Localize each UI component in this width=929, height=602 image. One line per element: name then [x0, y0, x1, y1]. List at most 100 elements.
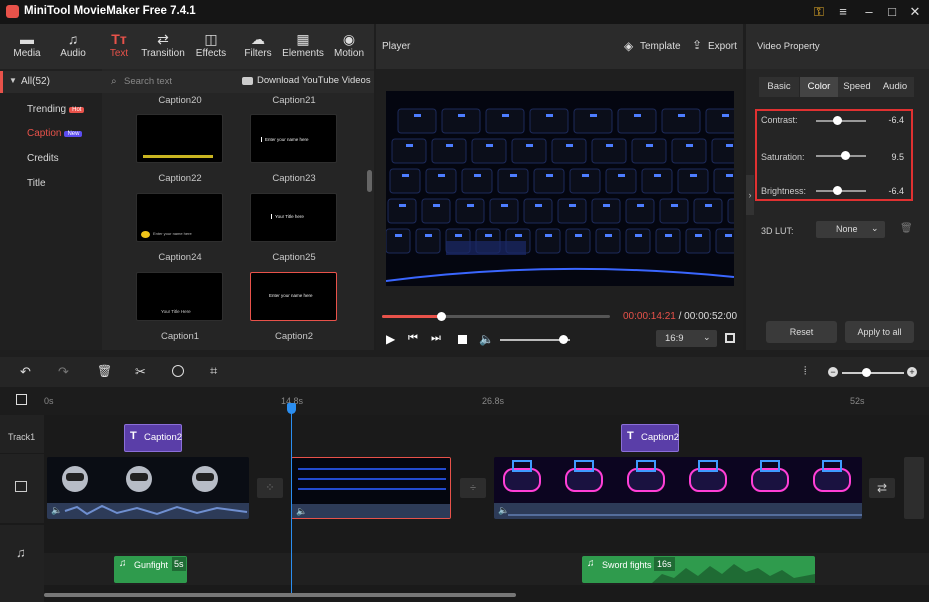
playhead-handle[interactable]	[287, 403, 296, 414]
search-input[interactable]: Search text	[124, 76, 172, 87]
category-title[interactable]: Title	[27, 178, 46, 189]
download-youtube-link[interactable]: Download YouTube Videos	[257, 75, 371, 86]
tab-basic[interactable]: Basic	[759, 77, 799, 97]
crop-icon[interactable]: ⌗	[210, 363, 217, 379]
progress-fill	[382, 315, 442, 318]
aspect-ratio-select[interactable]: 16:9 ⌄	[656, 330, 717, 347]
caption-clip-label: Caption2	[641, 432, 680, 443]
caption-thumbnail[interactable]: Your Title Here	[136, 272, 223, 321]
saturation-slider[interactable]	[816, 151, 866, 160]
thumb-text: Enter your name here	[153, 231, 192, 236]
effects-icon: ◫	[204, 31, 218, 47]
tool-audio[interactable]: ♫ Audio	[51, 30, 95, 66]
saturation-handle[interactable]	[841, 151, 850, 160]
timeline-ruler[interactable]: 0s 14.8s 26.8s 52s	[0, 387, 929, 415]
playhead-line	[291, 408, 292, 593]
contrast-label: Contrast:	[761, 115, 798, 125]
reset-button[interactable]: Reset	[766, 321, 837, 343]
contrast-slider[interactable]	[816, 116, 866, 125]
tool-motion[interactable]: ◉ Motion	[327, 30, 371, 66]
volume-handle[interactable]	[559, 335, 568, 344]
volume-icon[interactable]: 🔈	[479, 332, 494, 346]
speed-icon[interactable]	[172, 365, 184, 377]
stop-icon[interactable]	[458, 335, 467, 344]
tool-media[interactable]: ▬ Media	[5, 30, 49, 66]
caption-thumbnail[interactable]: Enter your name here	[250, 114, 337, 163]
category-trending[interactable]: Trending Hot	[27, 104, 85, 115]
timeline-scrollbar[interactable]	[44, 593, 516, 597]
collapse-panel-icon[interactable]: ›	[746, 175, 754, 215]
delete-icon[interactable]: 🗑	[97, 364, 112, 378]
caption-thumbnail-selected[interactable]: Enter your name here	[250, 272, 337, 321]
video-clip-keyboard-selected[interactable]: 🔈	[291, 457, 451, 519]
player-header: Player ◈ Template ⇪ Export	[376, 24, 743, 69]
tab-color[interactable]: Color	[800, 77, 838, 97]
zoom-in-icon[interactable]: +	[907, 367, 917, 377]
tab-audio[interactable]: Audio	[876, 77, 914, 97]
play-icon[interactable]: ▶	[386, 332, 395, 346]
caption-thumbnail[interactable]: Enter your name here	[136, 193, 223, 242]
library-scrollbar[interactable]	[367, 170, 372, 192]
key-icon[interactable]: ⚿	[810, 4, 828, 20]
lut-select[interactable]: None ⌄	[816, 221, 885, 238]
add-track-icon[interactable]	[16, 394, 27, 405]
video-preview[interactable]	[386, 91, 734, 286]
next-frame-icon[interactable]: ⏭	[431, 332, 441, 345]
youtube-icon	[242, 77, 253, 85]
chevron-down-icon: ⌄	[871, 223, 879, 233]
undo-icon[interactable]: ↶	[20, 364, 31, 380]
export-button[interactable]: Export	[708, 41, 737, 52]
zoom-handle[interactable]	[862, 368, 871, 377]
close-icon[interactable]: ✕	[906, 4, 924, 20]
caption-thumbnail[interactable]	[136, 114, 223, 163]
tool-transition[interactable]: ⇄ Transition	[141, 30, 185, 66]
split-icon[interactable]: ✂	[135, 364, 146, 380]
redo-icon[interactable]: ↷	[58, 364, 69, 380]
video-clip-robot[interactable]: 🔈	[47, 457, 249, 519]
music-note-icon: ♫	[119, 558, 127, 569]
tool-filters[interactable]: ☁ Filters	[236, 30, 280, 66]
tool-elements[interactable]: ▦ Elements	[281, 30, 325, 66]
template-button[interactable]: Template	[640, 41, 681, 52]
previous-frame-icon[interactable]: ⏮	[408, 332, 418, 345]
category-credits[interactable]: Credits	[27, 153, 59, 164]
tab-speed[interactable]: Speed	[838, 77, 876, 97]
zoom-slider[interactable]	[842, 368, 904, 377]
trash-icon[interactable]: 🗑	[900, 223, 913, 234]
folder-icon: ▬	[20, 31, 34, 47]
track-end-handle[interactable]	[904, 457, 924, 519]
caption-thumbnail[interactable]: Your Title here	[250, 193, 337, 242]
fullscreen-icon[interactable]	[725, 333, 735, 343]
brightness-slider[interactable]	[816, 186, 866, 195]
progress-track[interactable]	[382, 312, 610, 321]
audio-clip-sword-fights[interactable]: ♫ Sword fights 16s	[582, 556, 815, 583]
swap-icon[interactable]: ⇄	[869, 478, 895, 498]
category-caption[interactable]: Caption New	[27, 128, 83, 139]
audio-clip-gunfight[interactable]: ♫ Gunfight 5s	[114, 556, 187, 583]
volume-slider[interactable]	[500, 335, 570, 344]
transition-slot[interactable]: ⁘	[257, 478, 283, 498]
tool-label: Audio	[60, 48, 86, 59]
video-clip-gamepad[interactable]: 🔈	[494, 457, 862, 519]
progress-handle[interactable]	[437, 312, 447, 321]
brightness-handle[interactable]	[833, 186, 842, 195]
apply-to-all-button[interactable]: Apply to all	[845, 321, 914, 343]
thumb-label: Caption25	[272, 252, 316, 263]
zoom-out-icon[interactable]: −	[828, 367, 838, 377]
tool-label: Motion	[333, 48, 364, 59]
tool-effects[interactable]: ◫ Effects	[189, 30, 233, 66]
contrast-handle[interactable]	[833, 116, 842, 125]
maximize-icon[interactable]: □	[883, 4, 901, 20]
transition-slot[interactable]: ÷	[460, 478, 486, 498]
menu-icon[interactable]: ≡	[834, 4, 852, 20]
category-all[interactable]: ▼ All(52)	[0, 71, 102, 93]
film-icon	[15, 481, 27, 492]
clip-volume-icon[interactable]: 🔈	[498, 505, 509, 516]
audio-waveform-icon[interactable]: ⦙	[804, 365, 806, 378]
clip-volume-icon[interactable]: 🔈	[296, 506, 307, 517]
caption-clip[interactable]: T Caption2	[621, 424, 679, 452]
minimize-icon[interactable]: –	[860, 4, 878, 20]
tool-text[interactable]: Tт Text	[97, 30, 141, 66]
clip-volume-icon[interactable]: 🔈	[51, 505, 62, 516]
caption-clip[interactable]: T Caption2	[124, 424, 182, 452]
